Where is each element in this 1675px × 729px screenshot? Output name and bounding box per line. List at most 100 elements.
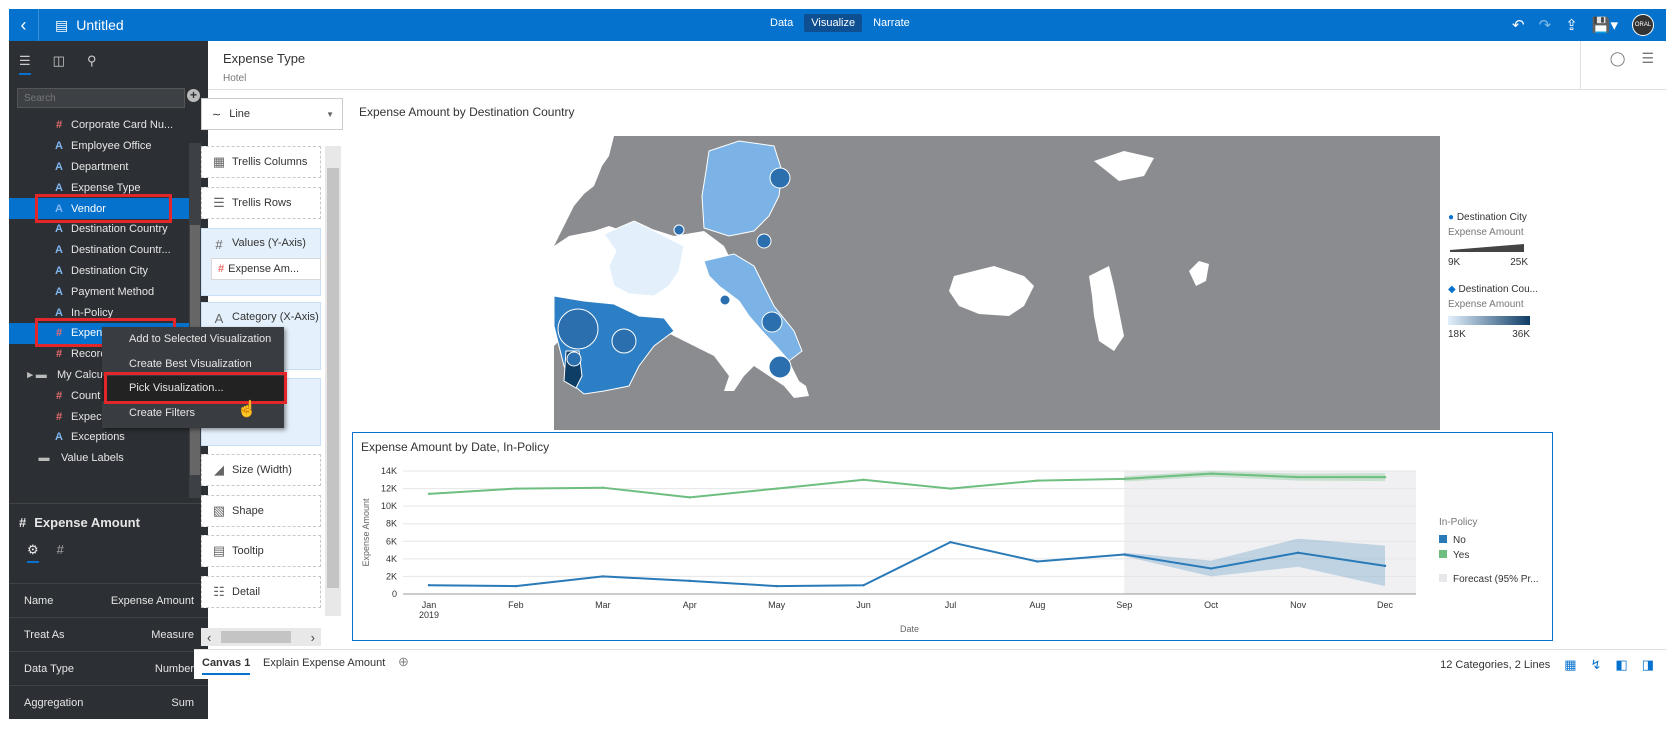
save-icon[interactable]: 💾▾: [1592, 16, 1618, 34]
pick-visualization-highlight: [104, 372, 287, 404]
city-bubble[interactable]: [768, 355, 792, 379]
back-icon[interactable]: ‹: [9, 9, 39, 41]
data-elements-icon[interactable]: ☰: [19, 53, 31, 75]
status-text: 12 Categories, 2 Lines: [1440, 659, 1551, 671]
tree-item[interactable]: A Exceptions: [9, 427, 189, 448]
data-point: [1383, 475, 1387, 479]
city-bubble[interactable]: [761, 311, 783, 333]
x-tick-label: Apr: [683, 600, 697, 610]
grammar-hscrollbar[interactable]: ‹ ›: [201, 628, 321, 646]
add-data-icon[interactable]: +: [187, 89, 200, 102]
number-format-icon[interactable]: #: [57, 542, 64, 563]
color-scale: [1448, 316, 1530, 325]
analytics-icon[interactable]: ⚲: [87, 53, 97, 75]
map-icon[interactable]: ▦: [1564, 657, 1576, 673]
map-visualization[interactable]: Expense Amount by Destination Country ● …: [352, 98, 1552, 430]
attribute-icon: A: [55, 431, 63, 444]
x-tick-label: Feb: [508, 600, 524, 610]
drop-trellis-columns[interactable]: ▦ Trellis Columns: [201, 146, 321, 178]
drop-shape[interactable]: ▧ Shape: [201, 495, 321, 527]
y-tick-label: 0: [392, 589, 397, 599]
attribute-icon: A: [214, 311, 224, 326]
line-visualization[interactable]: Expense Amount by Date, In-Policy 0 2K 4K 6K…: [352, 432, 1553, 641]
x-tick-label: Nov: [1290, 600, 1307, 610]
filter-title[interactable]: Expense Type: [223, 51, 305, 66]
tab-visualize[interactable]: Visualize: [804, 14, 863, 32]
viz-type-selector[interactable]: ∼ Line ▼: [201, 98, 343, 130]
data-panel-scrollbar[interactable]: [189, 143, 201, 498]
layout-right-icon[interactable]: ◨: [1642, 657, 1654, 673]
tree-item-label: Payment Method: [71, 285, 155, 298]
measure-icon: #: [55, 348, 63, 361]
map-canvas[interactable]: [554, 136, 1440, 430]
menu-add-to-selected[interactable]: Add to Selected Visualization: [102, 327, 284, 352]
tree-item[interactable]: A Employee Office: [9, 136, 189, 157]
drop-detail[interactable]: ☷ Detail: [201, 576, 321, 608]
prop-row-data-type[interactable]: Data Type Number: [9, 651, 208, 685]
folder-icon: ▸ ▬: [27, 369, 47, 382]
legend-city-measure: Expense Amount: [1448, 227, 1524, 238]
data-point: [775, 487, 778, 490]
data-point: [949, 540, 952, 544]
tree-item-label: Count: [71, 389, 101, 402]
chart-title: Expense Amount by Date, In-Policy: [361, 440, 549, 454]
search-input[interactable]: [17, 88, 185, 108]
city-bubble[interactable]: [673, 224, 685, 236]
app-frame: ‹ ▤ Untitled Data Visualize Narrate ↶ ↷ …: [9, 9, 1666, 719]
legend-label: No: [1453, 535, 1466, 546]
city-bubble[interactable]: [557, 308, 599, 350]
legend-city-title: ● Destination City: [1448, 212, 1527, 223]
general-settings-icon[interactable]: ⚙: [27, 542, 39, 563]
export-icon[interactable]: ⇪: [1565, 16, 1578, 34]
attribute-icon: A: [55, 140, 63, 153]
data-point: [949, 487, 952, 490]
layout-left-icon[interactable]: ◧: [1615, 657, 1627, 673]
add-canvas-icon[interactable]: ⊕: [398, 654, 409, 670]
x-tick-label: May: [768, 600, 786, 610]
prop-row-aggregation[interactable]: Aggregation Sum: [9, 685, 208, 719]
scroll-right-icon[interactable]: ›: [311, 630, 315, 645]
menu-icon[interactable]: ☰: [1641, 50, 1654, 67]
tab-explain-expense[interactable]: Explain Expense Amount: [263, 657, 385, 669]
toolbar-right: ↶ ↷ ⇪ 💾▾ ORAL: [1512, 9, 1654, 41]
tree-item[interactable]: A Department: [9, 157, 189, 178]
y-tick-label: 10K: [381, 501, 397, 511]
tree-item[interactable]: # Corporate Card Nu...: [9, 115, 189, 136]
line-chart-icon: ∼: [212, 108, 222, 121]
grammar-scrollbar[interactable]: [325, 146, 341, 616]
auto-apply-icon[interactable]: ◯: [1610, 50, 1626, 67]
city-bubble[interactable]: [756, 233, 772, 249]
drop-size[interactable]: ◢ Size (Width): [201, 454, 321, 486]
values-pill-expense-amount[interactable]: # Expense Am...: [211, 258, 321, 280]
filter-value[interactable]: Hotel: [223, 73, 246, 84]
circle-icon: ●: [1448, 212, 1455, 223]
prop-row-treat-as[interactable]: Treat As Measure: [9, 617, 208, 651]
city-bubble[interactable]: [611, 328, 637, 354]
tree-item[interactable]: A Destination City: [9, 261, 189, 282]
visualizations-icon[interactable]: ◫: [53, 53, 65, 75]
tree-item[interactable]: ▬ Value Labels: [9, 448, 189, 469]
tree-item[interactable]: A Payment Method: [9, 281, 189, 302]
data-panel-tabs: ☰ ◫ ⚲: [19, 53, 96, 75]
scroll-left-icon[interactable]: ‹: [207, 630, 211, 645]
tree-item-label: In-Policy: [71, 306, 114, 319]
drop-trellis-rows[interactable]: ☰ Trellis Rows: [201, 187, 321, 219]
legend-country-measure: Expense Amount: [1448, 299, 1524, 310]
line-chart[interactable]: Expense Amount by Date, In-Policy 0 2K 4K 6K…: [353, 433, 1552, 640]
prop-row-name[interactable]: Name Expense Amount: [9, 583, 208, 617]
lightning-icon[interactable]: ↯: [1591, 657, 1602, 673]
tree-item[interactable]: A Destination Countr...: [9, 240, 189, 261]
city-bubble[interactable]: [566, 351, 582, 367]
tab-data[interactable]: Data: [763, 14, 800, 32]
data-point: [688, 579, 691, 583]
drop-tooltip[interactable]: ▤ Tooltip: [201, 535, 321, 567]
city-bubble[interactable]: [769, 167, 791, 189]
size-icon: ◢: [214, 462, 224, 477]
tab-canvas-1[interactable]: Canvas 1: [202, 657, 251, 675]
city-bubble[interactable]: [719, 294, 731, 306]
tab-narrate[interactable]: Narrate: [866, 14, 917, 32]
avatar[interactable]: ORAL: [1632, 14, 1654, 36]
undo-icon[interactable]: ↶: [1512, 16, 1525, 34]
redo-icon[interactable]: ↷: [1539, 16, 1552, 34]
region-icon: ◆: [1448, 284, 1456, 295]
